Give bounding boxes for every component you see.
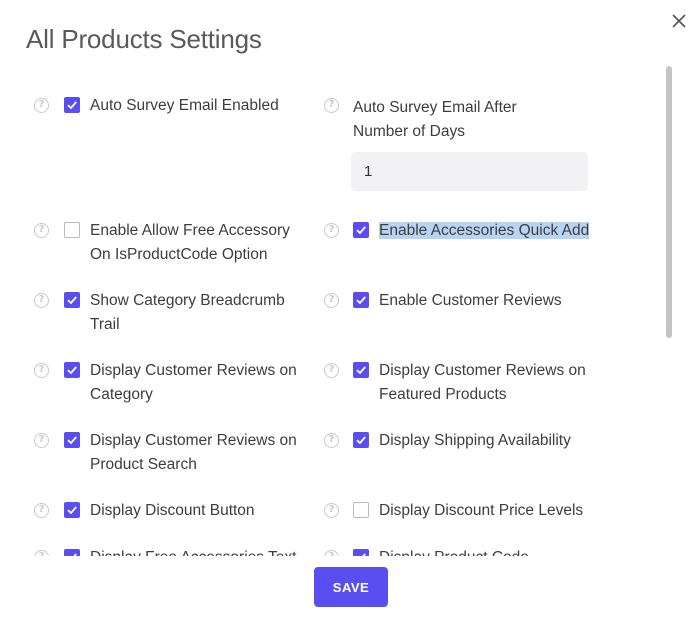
label-product-code: Display Product Code xyxy=(379,546,599,556)
save-button[interactable]: SAVE xyxy=(314,567,388,607)
help-icon[interactable]: ? xyxy=(324,293,339,308)
checkbox-discount-button[interactable] xyxy=(64,502,80,518)
label-allow-free-accessory: Enable Allow Free Accessory On IsProduct… xyxy=(90,222,290,263)
label-auto-survey-email-enabled: Auto Survey Email Enabled xyxy=(90,97,279,114)
label-discount-button: Display Discount Button xyxy=(90,502,255,519)
label-category-breadcrumb: Show Category Breadcrumb Trail xyxy=(90,292,285,333)
help-icon[interactable]: ? xyxy=(34,293,49,308)
close-icon[interactable] xyxy=(668,10,690,32)
checkbox-reviews-on-search[interactable] xyxy=(64,432,80,448)
checkbox-auto-survey-email-enabled[interactable] xyxy=(64,97,80,113)
help-icon[interactable]: ? xyxy=(324,223,339,238)
checkbox-shipping-availability[interactable] xyxy=(353,432,369,448)
checkbox-customer-reviews[interactable] xyxy=(353,292,369,308)
checkbox-free-accessories-text[interactable] xyxy=(64,549,80,556)
help-icon[interactable]: ? xyxy=(34,98,49,113)
checkbox-category-breadcrumb[interactable] xyxy=(64,292,80,308)
modal-title: All Products Settings xyxy=(26,24,262,54)
label-reviews-on-search: Display Customer Reviews on Product Sear… xyxy=(90,432,297,473)
help-icon[interactable]: ? xyxy=(34,550,49,556)
help-icon[interactable]: ? xyxy=(324,503,339,518)
help-icon[interactable]: ? xyxy=(34,433,49,448)
label-auto-survey-email-days: Auto Survey Email After Number of Days xyxy=(353,99,517,140)
label-reviews-on-category: Display Customer Reviews on Category xyxy=(90,362,297,403)
checkbox-discount-price-levels[interactable] xyxy=(353,502,369,518)
help-icon[interactable]: ? xyxy=(324,550,339,556)
help-icon[interactable]: ? xyxy=(34,223,49,238)
help-icon[interactable]: ? xyxy=(324,433,339,448)
checkbox-reviews-on-featured[interactable] xyxy=(353,362,369,378)
checkbox-reviews-on-category[interactable] xyxy=(64,362,80,378)
label-discount-price-levels: Display Discount Price Levels xyxy=(379,502,584,519)
label-shipping-availability: Display Shipping Availability xyxy=(379,432,571,449)
checkbox-product-code[interactable] xyxy=(353,549,369,556)
label-reviews-on-featured: Display Customer Reviews on Featured Pro… xyxy=(379,362,586,403)
help-icon[interactable]: ? xyxy=(324,363,339,378)
scrollbar[interactable] xyxy=(666,66,672,338)
checkbox-allow-free-accessory[interactable] xyxy=(64,222,80,238)
settings-panel: ? Auto Survey Email Enabled ? Auto Surve… xyxy=(0,66,660,556)
label-customer-reviews: Enable Customer Reviews xyxy=(379,292,562,309)
help-icon[interactable]: ? xyxy=(34,363,49,378)
label-free-accessories-text: Display Free Accessories Text xyxy=(90,546,310,556)
days-input[interactable] xyxy=(351,152,588,191)
checkbox-accessories-quick-add[interactable] xyxy=(353,222,369,238)
help-icon[interactable]: ? xyxy=(34,503,49,518)
label-accessories-quick-add: Enable Accessories Quick Add xyxy=(379,222,590,239)
help-icon[interactable]: ? xyxy=(324,98,339,113)
